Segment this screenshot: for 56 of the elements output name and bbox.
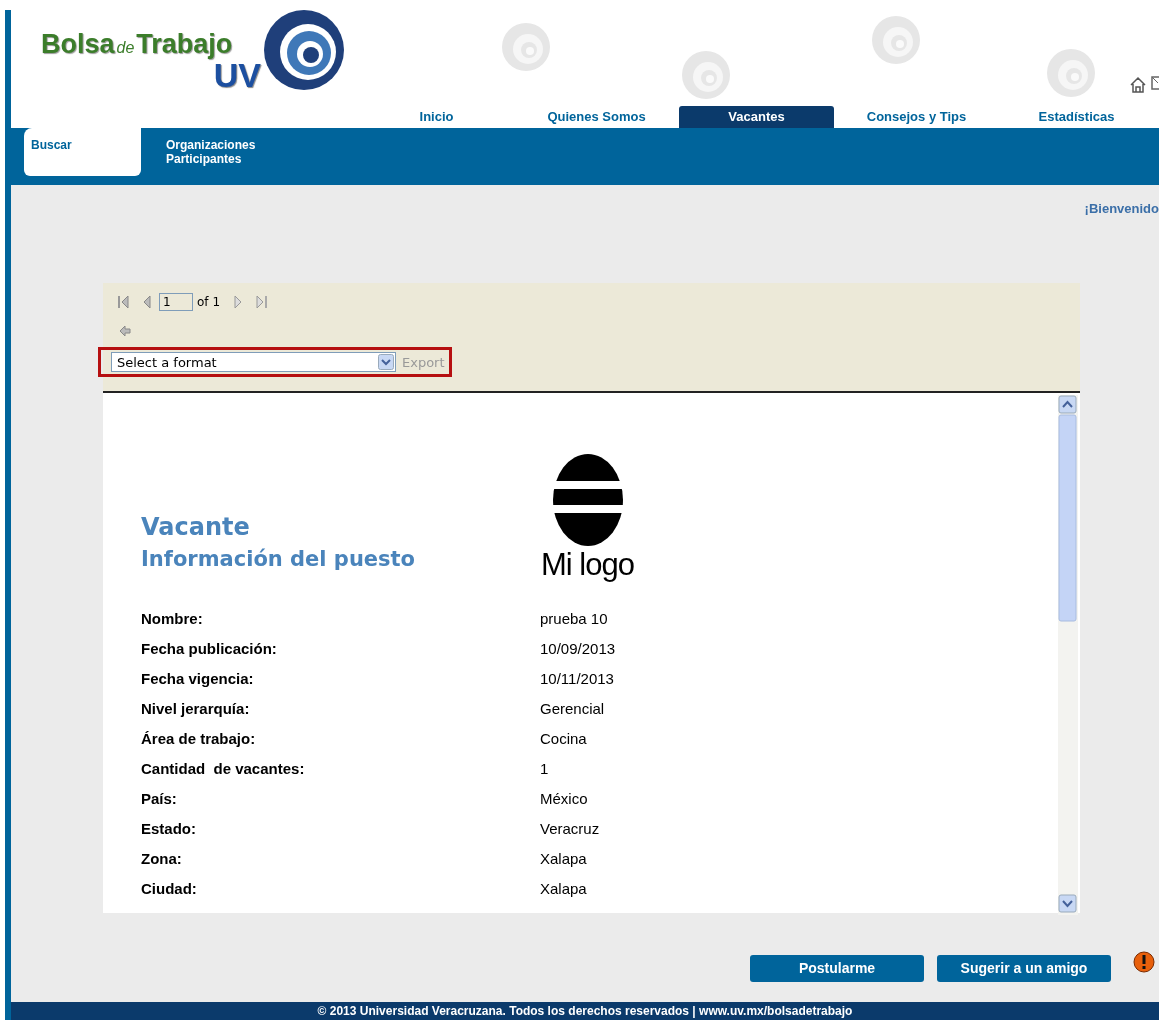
welcome-text: ¡Bienvenido xyxy=(1084,201,1159,218)
field-label: Cantidad de vacantes: xyxy=(141,759,306,777)
field-label: Fecha publicación: xyxy=(141,639,278,657)
field-value: Xalapa xyxy=(540,879,587,897)
swirl-icon xyxy=(681,50,731,100)
field-label: Nombre: xyxy=(141,609,204,627)
field-value: prueba 10 xyxy=(540,609,608,627)
report-title: Vacante xyxy=(141,513,251,541)
swirl-icon xyxy=(1046,48,1096,98)
field-label: Fecha vigencia: xyxy=(141,669,255,687)
field-value: 1 xyxy=(540,759,549,777)
field-value: 10/09/2013 xyxy=(540,639,616,657)
field-label: Estado: xyxy=(141,819,197,837)
field-label: Ciudad: xyxy=(141,879,198,897)
field-value: Cocina xyxy=(540,729,587,747)
first-page-icon[interactable] xyxy=(117,295,129,309)
mail-icon[interactable] xyxy=(1151,76,1159,90)
field-label: Zona: xyxy=(141,849,183,867)
action-button[interactable]: Sugerir a un amigo xyxy=(937,954,1111,982)
sub-nav-tab[interactable]: Organizaciones Participantes xyxy=(159,128,289,185)
swirl-icon xyxy=(501,22,551,72)
format-dropdown[interactable]: Select a format xyxy=(111,352,396,372)
page-total-text: of 1 xyxy=(197,295,220,309)
back-arrow-icon[interactable] xyxy=(119,325,131,337)
field-label: País: xyxy=(141,789,178,807)
nav-tab[interactable]: Estadísticas xyxy=(999,106,1154,128)
nav-tab[interactable]: Consejos y Tips xyxy=(839,106,994,128)
field-value: 10/11/2013 xyxy=(540,669,614,687)
report-subtitle: Información del puesto xyxy=(141,547,417,571)
logo-text: Trabajo xyxy=(136,28,233,60)
field-value: Xalapa xyxy=(540,849,587,867)
logo-caption: Mi logo xyxy=(541,547,634,583)
striped-oval-icon xyxy=(551,453,624,547)
scrollbar-drawing[interactable] xyxy=(1058,395,1078,915)
footer-text: © 2013 Universidad Veracruzana. Todos los derechos reservados | www.uv.mx/bolsadetrabajo xyxy=(11,1002,1159,1020)
swirl-icon xyxy=(871,15,921,65)
sub-nav-tab[interactable]: Buscar xyxy=(24,128,141,176)
action-button[interactable]: Postularme xyxy=(750,954,924,982)
logo-text: Bolsa xyxy=(41,28,115,60)
nav-tab[interactable]: Inicio xyxy=(359,106,514,128)
logo-text: de xyxy=(116,38,135,57)
field-value: Veracruz xyxy=(540,819,600,837)
nav-tab[interactable]: Vacantes xyxy=(679,106,834,128)
previous-page-icon[interactable] xyxy=(143,295,151,309)
field-value: Gerencial xyxy=(540,699,605,717)
logo-text: UV xyxy=(213,59,261,90)
warning-icon xyxy=(1133,951,1155,973)
home-icon[interactable] xyxy=(1129,76,1147,94)
field-value: México xyxy=(540,789,588,807)
nav-tab[interactable]: Quienes Somos xyxy=(519,106,674,128)
field-label: Área de trabajo: xyxy=(141,729,257,747)
swirl-logo-icon xyxy=(261,10,347,91)
page-number-field[interactable]: 1 xyxy=(159,293,193,311)
field-label: Nivel jerarquía: xyxy=(141,699,251,717)
next-page-icon[interactable] xyxy=(234,295,242,309)
last-page-icon[interactable] xyxy=(256,295,268,309)
